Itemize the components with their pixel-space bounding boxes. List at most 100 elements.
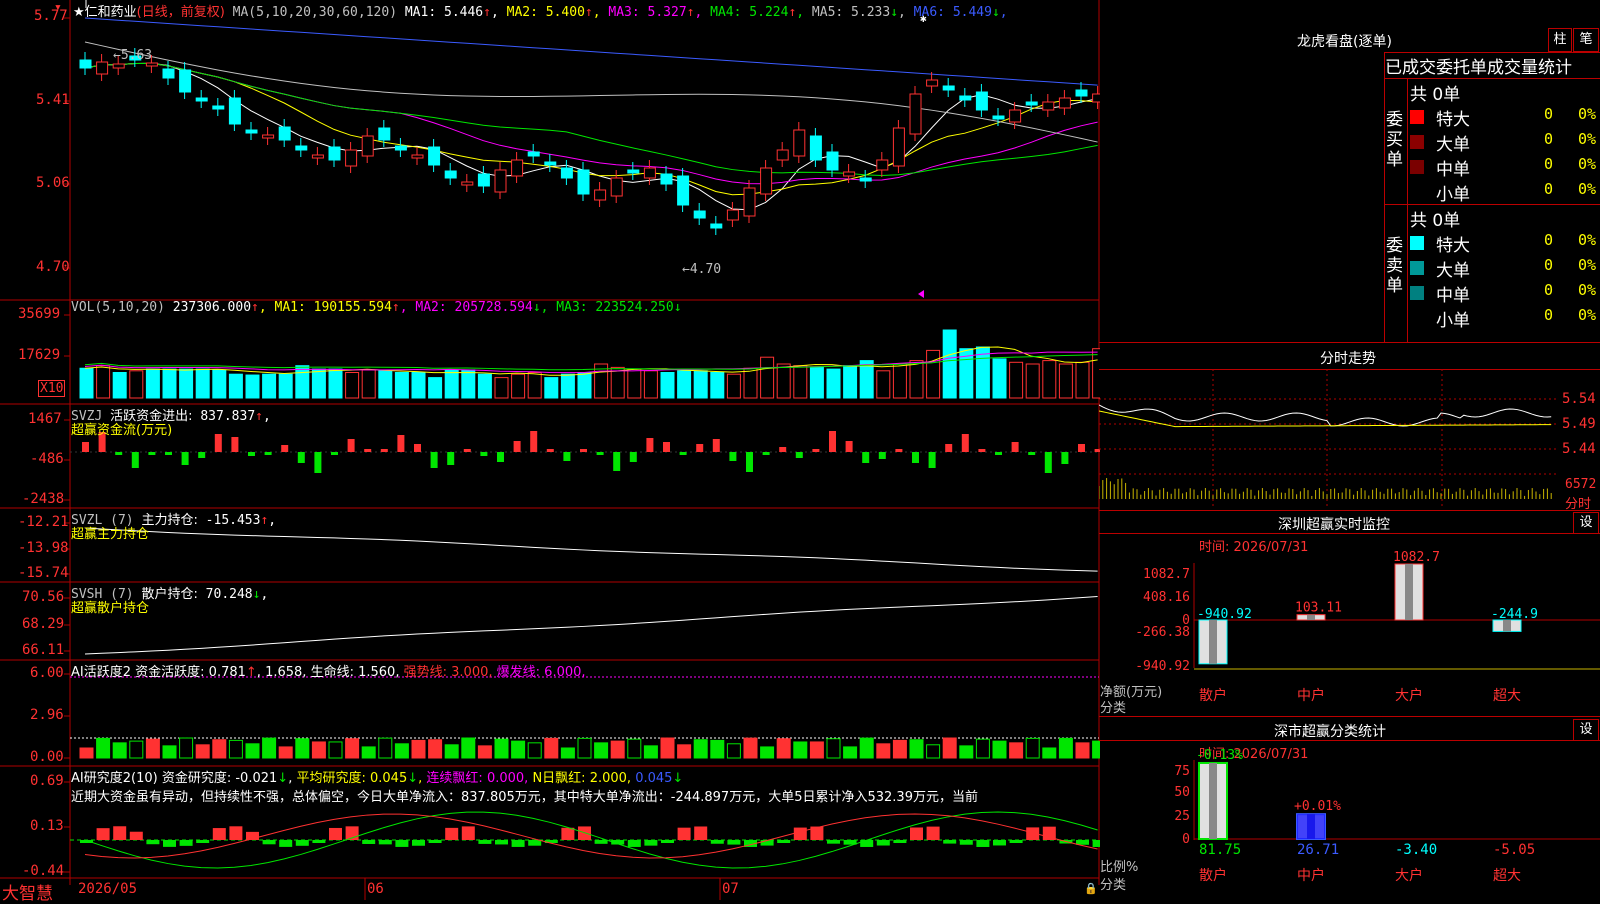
monitor-axis-label: 408.16 [1143, 590, 1190, 605]
activity-bar [212, 739, 227, 759]
research-bar [661, 840, 674, 843]
monitor-axis-label: 1082.7 [1143, 567, 1190, 582]
fund-flow-bar [580, 449, 587, 452]
order-count: 0 [1544, 180, 1554, 198]
bar-mode-button[interactable]: 柱 [1548, 28, 1572, 52]
candle-body [892, 127, 905, 167]
classify-category: 大户 [1395, 867, 1423, 884]
classify-category: 散户 [1199, 867, 1227, 884]
volume-bar [826, 368, 841, 399]
fund-flow-bar [414, 444, 421, 452]
activity-bar [345, 738, 360, 759]
volume-bar [96, 365, 111, 399]
volume-bar [477, 373, 492, 399]
activity-bar [96, 737, 111, 759]
activity-bar [544, 737, 559, 759]
activity-bar [1009, 742, 1024, 759]
fund-flow-bar [546, 449, 554, 452]
ma-label: MA4: [702, 5, 742, 20]
vol-ma-arrow: ↑ [391, 300, 400, 315]
research-bar [129, 831, 143, 840]
ai1-axis-label: 0.00 [30, 749, 64, 765]
activity-bar [361, 746, 376, 759]
fund-flow-bar [181, 452, 189, 465]
fund-flow-bar [497, 452, 504, 462]
candle-body [328, 146, 341, 161]
activity-bar [726, 743, 741, 759]
fund-flow-bar [712, 439, 720, 452]
research-bar [495, 840, 508, 845]
research-bar [146, 840, 160, 845]
svzj-axis-label: -2438 [22, 491, 65, 507]
date-axis-label: 06 [367, 881, 384, 897]
lock-icon[interactable]: 🔒 [1084, 882, 1098, 895]
buy-total: 共 0单 [1410, 85, 1461, 105]
vol-ma-arrow: ↓ [673, 300, 682, 315]
classify-pct: -3.40 [1395, 842, 1437, 858]
classify-ylabel: 比例% [1100, 860, 1139, 875]
date-axis-label: 07 [722, 881, 739, 897]
candle-body [876, 159, 889, 171]
svsh-subtitle: 超赢散户持仓 [71, 601, 150, 616]
research-bar [860, 840, 874, 847]
research-bar [312, 840, 326, 843]
volume-bar [428, 377, 443, 399]
activity-bar [179, 737, 194, 759]
classify-change: +0.01% [1294, 799, 1341, 814]
order-size-label: 大单 [1436, 135, 1470, 155]
fund-flow-bar [1044, 452, 1052, 473]
fund-flow-bar [231, 437, 239, 452]
candle-body [627, 169, 640, 174]
research-bar [594, 840, 608, 844]
research-bar [710, 840, 724, 844]
fund-flow-bar [878, 452, 886, 459]
chart-mode[interactable]: (日线，前复权) [137, 5, 225, 20]
research-bar [578, 826, 591, 840]
svzl-axis-label: -12.21 [18, 514, 69, 530]
tick-mode-button[interactable]: 笔 [1573, 28, 1599, 52]
fund-flow-bar [264, 452, 272, 455]
volume-bar [228, 373, 243, 399]
volume-bar [1058, 363, 1073, 399]
fund-flow-bar [198, 452, 206, 458]
color-swatch [1410, 236, 1424, 250]
volume-bar [311, 368, 326, 399]
research-bar [959, 840, 973, 845]
color-swatch [1410, 110, 1424, 124]
classify-settings-button[interactable]: 设 [1573, 719, 1599, 741]
main-chart-canvas[interactable]: ✱ [0, 0, 1100, 900]
research-bar [279, 840, 293, 847]
candle-body [793, 129, 806, 157]
dropdown-icon[interactable]: ▾ [54, 0, 62, 15]
volume-bar [892, 363, 907, 399]
research-bar [445, 827, 459, 840]
ma-value: 5.400 [537, 5, 585, 20]
fund-flow-bar [165, 452, 172, 455]
monitor-settings-button[interactable]: 设 [1573, 512, 1599, 534]
fund-flow-bar [148, 452, 156, 455]
color-swatch [1410, 135, 1424, 149]
volume-bar [278, 373, 293, 399]
order-count: 0 [1544, 130, 1554, 148]
activity-bar [859, 737, 874, 759]
activity-bar [1042, 747, 1057, 759]
fund-flow-bar [945, 444, 953, 452]
research-bar [644, 840, 658, 846]
activity-bar [1058, 737, 1073, 759]
research-bar [993, 840, 1006, 846]
activity-bar [959, 745, 974, 759]
ma-line [84, 17, 1098, 86]
right-panel: 龙虎看盘(逐单) 柱 笔 已成交委托单成交量统计 委买单 委卖单 共 0单 特大 0… [1099, 0, 1600, 900]
fund-flow-bar [696, 444, 704, 452]
fund-flow-bar [613, 452, 621, 471]
research-bar [511, 840, 525, 847]
intraday-chart[interactable] [1099, 369, 1600, 509]
monitor-category: 超大 [1493, 688, 1521, 704]
volume-bar [1025, 363, 1040, 399]
sell-row: 大单 0 0% [1410, 256, 1600, 281]
ai1-header: AI活跃度2 资金活跃度: 0.781↑, 1.658, 生命线: 1.560,… [71, 665, 586, 680]
candle-body [411, 154, 424, 159]
vol-ma-label: , MA1: [258, 300, 306, 315]
candle-body [610, 177, 623, 197]
candle-body [378, 127, 391, 141]
